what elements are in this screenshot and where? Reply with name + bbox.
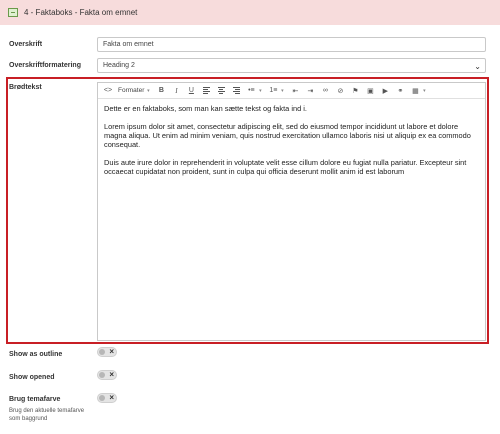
- editor-content[interactable]: Dette er en faktaboks, som man kan sætte…: [104, 104, 480, 185]
- close-icon: ×: [109, 347, 114, 356]
- align-right-icon[interactable]: [231, 85, 241, 96]
- align-left-icon[interactable]: [201, 85, 211, 96]
- content-paragraph: Duis aute irure dolor in reprehenderit i…: [104, 158, 467, 176]
- show-opened-toggle[interactable]: ×: [97, 370, 117, 380]
- formats-dropdown[interactable]: Formater: [118, 85, 144, 96]
- bullet-list-icon[interactable]: •≡: [246, 85, 256, 96]
- heading-format-value: Heading 2: [103, 62, 135, 69]
- show-opened-label: Show opened: [9, 374, 55, 381]
- align-center-icon[interactable]: [216, 85, 226, 96]
- underline-icon[interactable]: U: [186, 85, 196, 96]
- image-icon[interactable]: ▣: [365, 85, 375, 96]
- overskrift-input[interactable]: Fakta om emnet: [97, 37, 486, 52]
- link-icon[interactable]: ∞: [320, 85, 330, 96]
- brodtekst-label: Brødtekst: [9, 84, 42, 91]
- page-title: 4 - Faktaboks - Fakta om emnet: [24, 8, 138, 17]
- overskrift-label: Overskrift: [9, 41, 43, 48]
- close-icon: ×: [109, 370, 114, 379]
- unlink-icon[interactable]: ⊘: [335, 85, 345, 96]
- close-icon: ×: [109, 393, 114, 402]
- toggle-knob: [99, 349, 105, 355]
- table-icon[interactable]: ▦: [410, 85, 420, 96]
- caret-down-icon: ▾: [423, 87, 426, 94]
- caret-down-icon: ▾: [259, 87, 262, 94]
- italic-icon[interactable]: I: [171, 85, 181, 96]
- content-paragraph: Dette er en faktaboks, som man kan sætte…: [104, 104, 307, 113]
- caret-down-icon: ▾: [147, 87, 150, 94]
- chevron-down-icon: ⌄: [474, 62, 481, 71]
- page-header: 4 - Faktaboks - Fakta om emnet: [0, 0, 500, 25]
- brug-temafarve-hint: Brug den aktuelle temafarve som baggrund: [9, 408, 85, 422]
- toggle-knob: [99, 372, 105, 378]
- source-code-icon[interactable]: <>: [103, 85, 113, 96]
- bold-icon[interactable]: B: [156, 85, 166, 96]
- toggle-knob: [99, 395, 105, 401]
- numbered-list-icon[interactable]: 1≡: [268, 85, 278, 96]
- brug-temafarve-toggle[interactable]: ×: [97, 393, 117, 403]
- heading-format-select[interactable]: Heading 2 ⌄: [97, 58, 486, 73]
- show-as-outline-label: Show as outline: [9, 351, 63, 358]
- content-paragraph: Lorem ipsum dolor sit amet, consectetur …: [104, 122, 471, 149]
- anchor-icon[interactable]: ⚑: [350, 85, 360, 96]
- media-icon[interactable]: ▶: [380, 85, 390, 96]
- show-as-outline-toggle[interactable]: ×: [97, 347, 117, 357]
- rich-text-editor[interactable]: <> Formater ▾ B I U •≡ ▾ 1≡ ▾ ⇤ ⇥ ∞ ⊘ ⚑ …: [97, 82, 486, 341]
- caret-down-icon: ▾: [281, 87, 284, 94]
- editor-toolbar: <> Formater ▾ B I U •≡ ▾ 1≡ ▾ ⇤ ⇥ ∞ ⊘ ⚑ …: [98, 83, 485, 99]
- indent-icon[interactable]: ⇥: [305, 85, 315, 96]
- brug-temafarve-label: Brug temafarve: [9, 396, 61, 403]
- image-icon: [8, 8, 18, 17]
- overskriftformatering-label: Overskriftformatering: [9, 62, 81, 69]
- outdent-icon[interactable]: ⇤: [290, 85, 300, 96]
- key-icon[interactable]: ⚭: [395, 85, 405, 96]
